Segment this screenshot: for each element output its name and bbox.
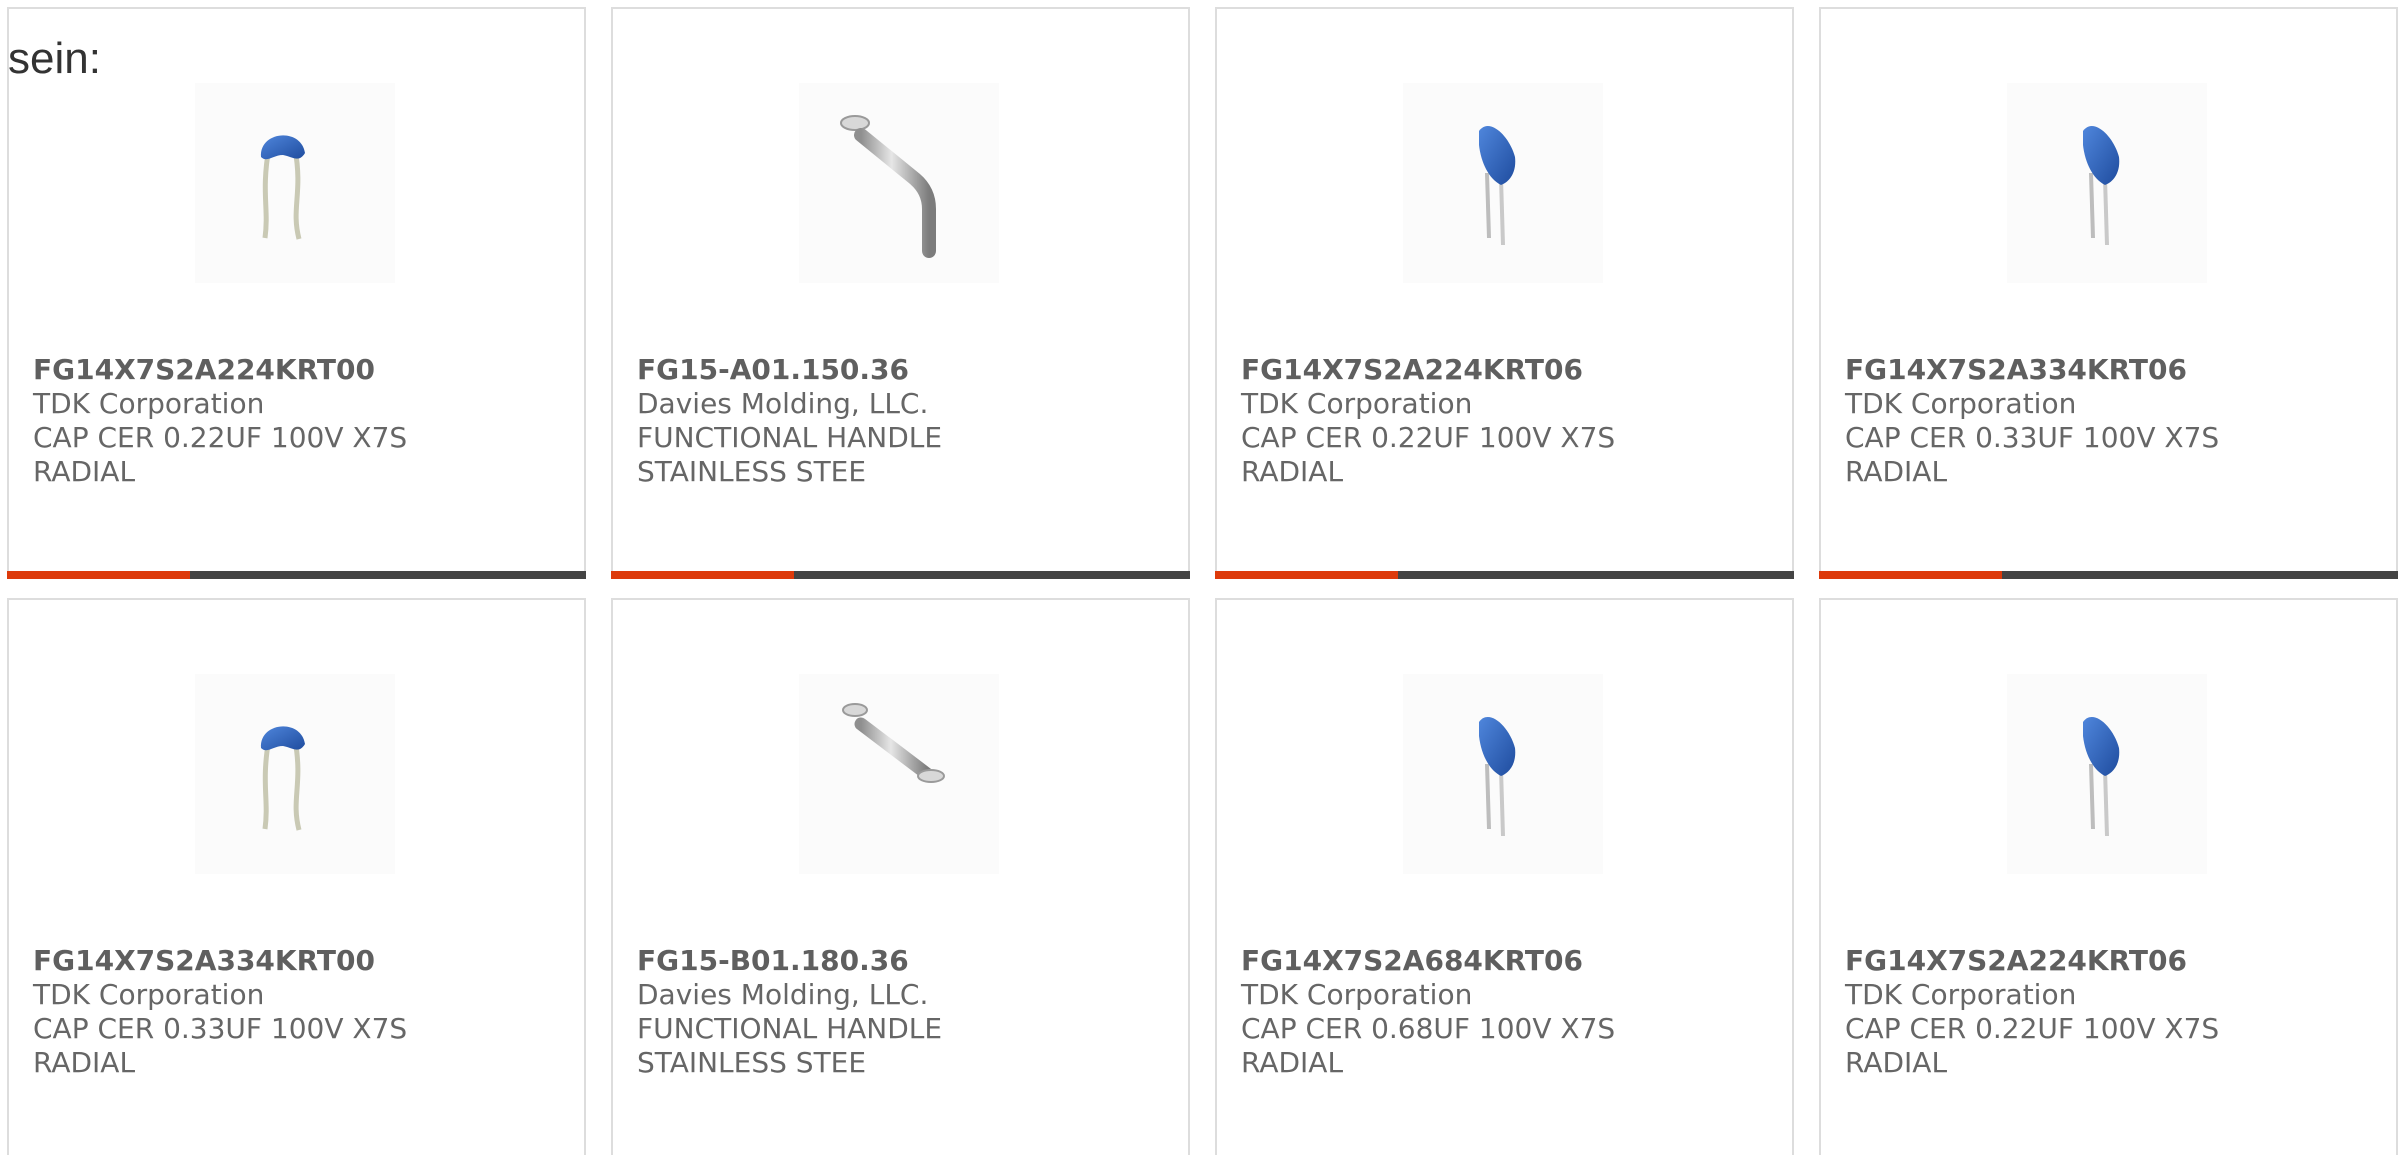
product-info: FG14X7S2A224KRT06 TDK Corporation CAP CE… (1845, 944, 2376, 1080)
part-number[interactable]: FG14X7S2A334KRT00 (33, 944, 564, 978)
description-line: CAP CER 0.22UF 100V X7S (1845, 1012, 2220, 1045)
blue-radial-capacitor-icon (2007, 674, 2207, 874)
description-line: CAP CER 0.22UF 100V X7S (1241, 421, 1616, 454)
steel-handle-icon (799, 83, 999, 283)
product-info: FG14X7S2A334KRT00 TDK Corporation CAP CE… (33, 944, 564, 1080)
product-info: FG15-A01.150.36 Davies Molding, LLC. FUN… (637, 353, 1168, 489)
description-line: RADIAL (1845, 455, 1948, 488)
description-line: CAP CER 0.33UF 100V X7S (1845, 421, 2220, 454)
blue-radial-capacitor-icon (1403, 674, 1603, 874)
blue-radial-capacitor-icon (2007, 83, 2207, 283)
product-image[interactable] (799, 83, 999, 283)
description-line: FUNCTIONAL HANDLE (637, 1012, 943, 1045)
card-footer-bar (1215, 571, 1794, 579)
description-line: RADIAL (1845, 1046, 1948, 1079)
description-line: STAINLESS STEE (637, 455, 867, 488)
manufacturer: TDK Corporation (33, 978, 265, 1011)
product-card[interactable]: FG14X7S2A224KRT06 TDK Corporation CAP CE… (1215, 7, 1794, 579)
product-grid-page: sein: FG14X7S2A224KRT00 TDK Corporation … (0, 0, 2400, 1155)
manufacturer: Davies Molding, LLC. (637, 387, 929, 420)
product-image[interactable] (2007, 83, 2207, 283)
part-number[interactable]: FG14X7S2A334KRT06 (1845, 353, 2376, 387)
description-line: RADIAL (33, 455, 136, 488)
product-card[interactable]: FG15-B01.180.36 Davies Molding, LLC. FUN… (611, 598, 1190, 1155)
product-image[interactable] (1403, 83, 1603, 283)
part-number[interactable]: FG15-A01.150.36 (637, 353, 1168, 387)
part-number[interactable]: FG14X7S2A224KRT06 (1241, 353, 1772, 387)
description-line: FUNCTIONAL HANDLE (637, 421, 943, 454)
accent-bar (7, 571, 190, 579)
product-image[interactable] (1403, 674, 1603, 874)
card-footer-bar (1819, 571, 2398, 579)
accent-bar (1819, 571, 2002, 579)
accent-bar (611, 571, 794, 579)
product-card[interactable]: FG14X7S2A334KRT00 TDK Corporation CAP CE… (7, 598, 586, 1155)
steel-handle-icon (799, 674, 999, 874)
manufacturer: TDK Corporation (1241, 978, 1473, 1011)
description-line: RADIAL (1241, 1046, 1344, 1079)
product-image[interactable] (2007, 674, 2207, 874)
product-card[interactable]: FG15-A01.150.36 Davies Molding, LLC. FUN… (611, 7, 1190, 579)
card-footer-bar (7, 571, 586, 579)
part-number[interactable]: FG14X7S2A224KRT06 (1845, 944, 2376, 978)
description-line: RADIAL (33, 1046, 136, 1079)
accent-bar (1215, 571, 1398, 579)
product-card[interactable]: FG14X7S2A684KRT06 TDK Corporation CAP CE… (1215, 598, 1794, 1155)
part-number[interactable]: FG14X7S2A224KRT00 (33, 353, 564, 387)
manufacturer: TDK Corporation (1241, 387, 1473, 420)
product-card[interactable]: FG14X7S2A224KRT00 TDK Corporation CAP CE… (7, 7, 586, 579)
manufacturer: TDK Corporation (33, 387, 265, 420)
description-line: STAINLESS STEE (637, 1046, 867, 1079)
manufacturer: Davies Molding, LLC. (637, 978, 929, 1011)
product-info: FG15-B01.180.36 Davies Molding, LLC. FUN… (637, 944, 1168, 1080)
product-image[interactable] (195, 674, 395, 874)
description-line: CAP CER 0.68UF 100V X7S (1241, 1012, 1616, 1045)
blue-disc-capacitor-icon (195, 674, 395, 874)
blue-disc-capacitor-icon (195, 83, 395, 283)
product-grid: FG14X7S2A224KRT00 TDK Corporation CAP CE… (0, 0, 2400, 1155)
manufacturer: TDK Corporation (1845, 978, 2077, 1011)
card-footer-bar (611, 571, 1190, 579)
blue-radial-capacitor-icon (1403, 83, 1603, 283)
intro-text: sein: (8, 34, 101, 83)
description-line: RADIAL (1241, 455, 1344, 488)
product-card[interactable]: FG14X7S2A224KRT06 TDK Corporation CAP CE… (1819, 598, 2398, 1155)
manufacturer: TDK Corporation (1845, 387, 2077, 420)
product-info: FG14X7S2A224KRT00 TDK Corporation CAP CE… (33, 353, 564, 489)
part-number[interactable]: FG14X7S2A684KRT06 (1241, 944, 1772, 978)
part-number[interactable]: FG15-B01.180.36 (637, 944, 1168, 978)
product-card[interactable]: FG14X7S2A334KRT06 TDK Corporation CAP CE… (1819, 7, 2398, 579)
description-line: CAP CER 0.33UF 100V X7S (33, 1012, 408, 1045)
product-info: FG14X7S2A224KRT06 TDK Corporation CAP CE… (1241, 353, 1772, 489)
product-info: FG14X7S2A334KRT06 TDK Corporation CAP CE… (1845, 353, 2376, 489)
product-info: FG14X7S2A684KRT06 TDK Corporation CAP CE… (1241, 944, 1772, 1080)
description-line: CAP CER 0.22UF 100V X7S (33, 421, 408, 454)
product-image[interactable] (195, 83, 395, 283)
product-image[interactable] (799, 674, 999, 874)
